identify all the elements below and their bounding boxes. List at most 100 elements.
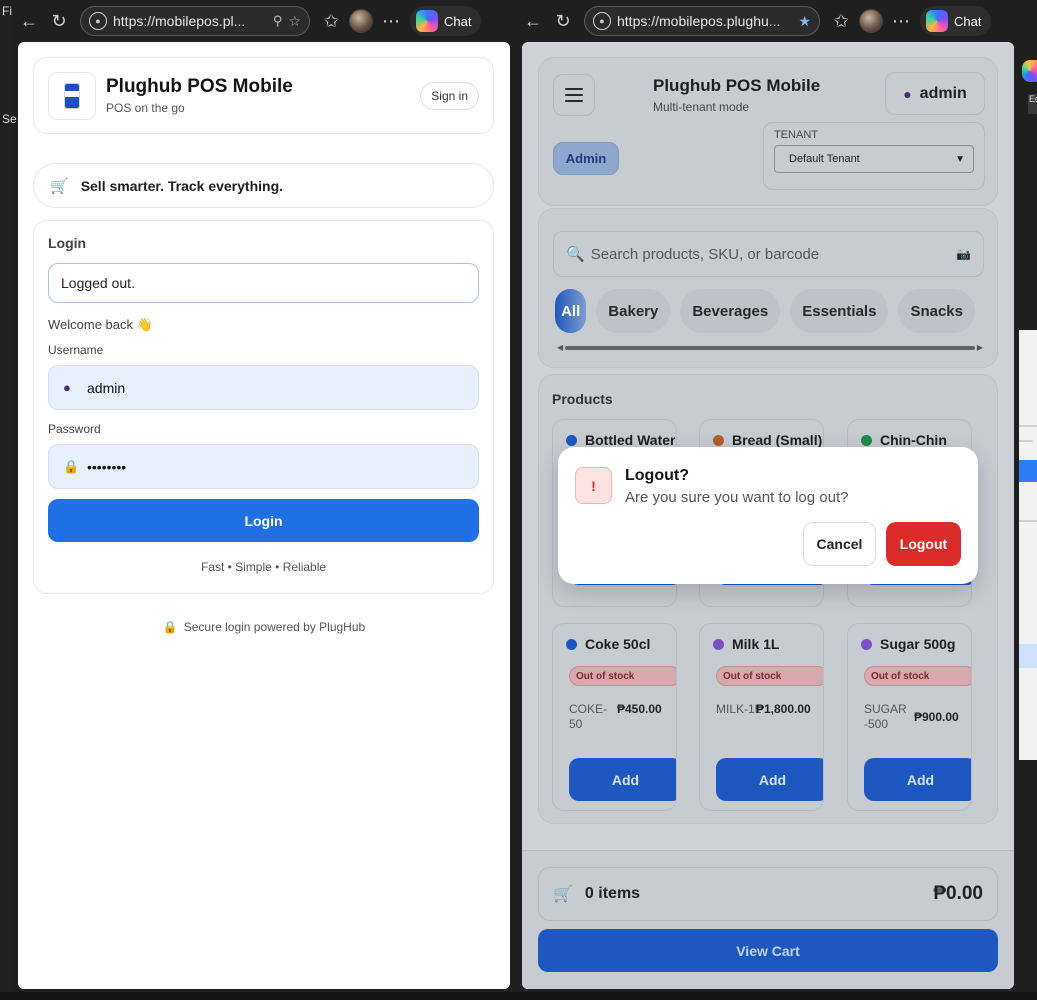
products-heading: Products [552, 391, 613, 407]
address-bar[interactable]: ● https://mobilepos.pl... ⚲ ☆ [80, 6, 310, 36]
category-dot [861, 638, 872, 650]
welcome-text: Welcome back 👋 [48, 317, 153, 332]
pos-subtitle: Multi-tenant mode [653, 100, 750, 114]
view-cart-button[interactable]: View Cart [538, 929, 998, 972]
brand-header: Plughub POS Mobile POS on the go Sign in [33, 57, 494, 134]
pos-header: Plughub POS Mobile Multi-tenant mode ● a… [538, 57, 998, 206]
tagline-text: Sell smarter. Track everything. [80, 177, 284, 194]
user-menu-button[interactable]: ● admin [885, 72, 985, 115]
add-button[interactable]: Add [864, 758, 971, 801]
product-price: ₱450.00 [617, 702, 662, 716]
secure-text: Secure login powered by PlugHub [183, 620, 366, 634]
back-icon[interactable]: ← [518, 6, 548, 36]
cart-footer: 🛒 0 items ₱0.00 View Cart [522, 850, 1014, 989]
user-icon: ● [903, 85, 912, 102]
back-icon[interactable]: ← [14, 6, 44, 36]
favorite-star-icon[interactable]: ★ [798, 13, 811, 30]
products-section: Products Bottled Water Bread (Small) Chi… [538, 374, 998, 824]
scroll-left-icon[interactable]: ◀ [557, 343, 563, 352]
password-value: •••••••• [87, 458, 127, 475]
site-info-icon[interactable]: ● [89, 12, 107, 30]
sign-in-button[interactable]: Sign in [420, 81, 479, 110]
hamburger-menu-icon[interactable] [553, 74, 595, 116]
category-snacks[interactable]: Snacks [898, 289, 975, 333]
product-name: Bread (Small) [732, 432, 823, 448]
tenant-select[interactable]: Default Tenant ▼ [774, 145, 974, 173]
category-beverages[interactable]: Beverages [680, 289, 781, 333]
category-bakery[interactable]: Bakery [596, 289, 671, 333]
copilot-chat-button[interactable]: Chat [410, 6, 482, 36]
chat-label: Chat [954, 13, 982, 29]
barcode-camera-icon[interactable]: 📷 [956, 247, 971, 261]
copilot-icon [926, 10, 948, 32]
tenant-selector: TENANT Default Tenant ▼ [763, 122, 985, 190]
password-label: Password [48, 422, 101, 436]
tenant-value: Default Tenant [789, 153, 860, 165]
more-menu-icon[interactable]: ⋯ [376, 6, 406, 36]
category-tabs: All Bakery Beverages Essentials Snacks [555, 289, 975, 333]
product-card[interactable]: Coke 50cl Out of stock COKE-50 ₱450.00 A… [552, 623, 677, 811]
more-menu-icon[interactable]: ⋯ [886, 6, 916, 36]
user-name: admin [919, 84, 967, 102]
login-button[interactable]: Login [48, 499, 479, 542]
footer-tagline: Fast • Simple • Reliable [200, 560, 327, 574]
search-input[interactable]: 🔍 Search products, SKU, or barcode 📷 [553, 231, 984, 277]
category-dot [861, 434, 872, 446]
search-icon: 🔍 [566, 246, 585, 263]
lock-icon: 🔒 [162, 620, 178, 634]
logout-dialog: ! Logout? Are you sure you want to log o… [558, 447, 978, 584]
category-dot [713, 638, 724, 650]
refresh-icon[interactable]: ↻ [548, 6, 578, 36]
left-window-edge: Fi Se [0, 0, 17, 1000]
login-form: Login Logged out. Welcome back 👋 Usernam… [33, 220, 494, 594]
product-price: ₱1,800.00 [756, 702, 811, 716]
cart-item-count: 0 items [584, 885, 641, 902]
logout-button[interactable]: Logout [886, 522, 961, 566]
username-field[interactable]: ● admin [48, 365, 479, 410]
product-name: Coke 50cl [585, 636, 651, 652]
app-title: Plughub POS Mobile [106, 76, 293, 97]
app-subtitle: POS on the go [106, 101, 185, 115]
key-icon[interactable]: ⚲ [273, 13, 283, 29]
login-heading: Login [48, 235, 87, 251]
product-card[interactable]: Milk 1L Out of stock MILK-1L ₱1,800.00 A… [699, 623, 824, 811]
add-button[interactable]: Add [569, 758, 676, 801]
role-badge: Admin [553, 142, 619, 175]
product-sku: SUGAR-500 [864, 702, 907, 731]
profile-avatar[interactable] [856, 6, 886, 36]
edge-label: Ed [1028, 94, 1037, 114]
product-sku: COKE-50 [569, 702, 608, 731]
category-scrollbar[interactable]: ◀ ▶ [557, 343, 983, 352]
password-field[interactable]: 🔒 •••••••• [48, 444, 479, 489]
right-browser-toolbar: ← ↻ ● https://mobilepos.plughu... ★ ✩ ⋯ … [518, 0, 1018, 42]
cart-total: ₱0.00 [933, 883, 983, 904]
left-edge-text: Fi [2, 4, 12, 18]
category-dot [566, 638, 577, 650]
address-bar[interactable]: ● https://mobilepos.plughu... ★ [584, 6, 820, 36]
chat-label: Chat [444, 13, 472, 29]
product-name: Chin-Chin [880, 432, 947, 448]
refresh-icon[interactable]: ↻ [44, 6, 74, 36]
product-name: Bottled Water [585, 432, 676, 448]
url-text: https://mobilepos.plughu... [617, 13, 781, 29]
dialog-title: Logout? [625, 467, 689, 484]
site-info-icon[interactable]: ● [593, 12, 611, 30]
copilot-chat-button[interactable]: Chat [920, 6, 992, 36]
category-all[interactable]: All [555, 289, 587, 333]
category-essentials[interactable]: Essentials [790, 289, 889, 333]
cart-summary[interactable]: 🛒 0 items ₱0.00 [538, 867, 998, 921]
favorites-icon[interactable]: ✩ [316, 6, 346, 36]
favorites-icon[interactable]: ✩ [826, 6, 856, 36]
color-picker-icon [1022, 60, 1037, 82]
product-price: ₱900.00 [914, 710, 959, 724]
cart-icon: 🛒 [553, 886, 573, 903]
background-window-sliver [1019, 330, 1037, 760]
favorite-star-icon[interactable]: ☆ [288, 13, 301, 30]
scroll-right-icon[interactable]: ▶ [977, 343, 983, 352]
add-button[interactable]: Add [716, 758, 823, 801]
cancel-button[interactable]: Cancel [803, 522, 876, 566]
app-logo [48, 71, 96, 120]
profile-avatar[interactable] [346, 6, 376, 36]
pos-title: Plughub POS Mobile [653, 76, 821, 95]
product-card[interactable]: Sugar 500g Out of stock SUGAR-500 ₱900.0… [847, 623, 972, 811]
